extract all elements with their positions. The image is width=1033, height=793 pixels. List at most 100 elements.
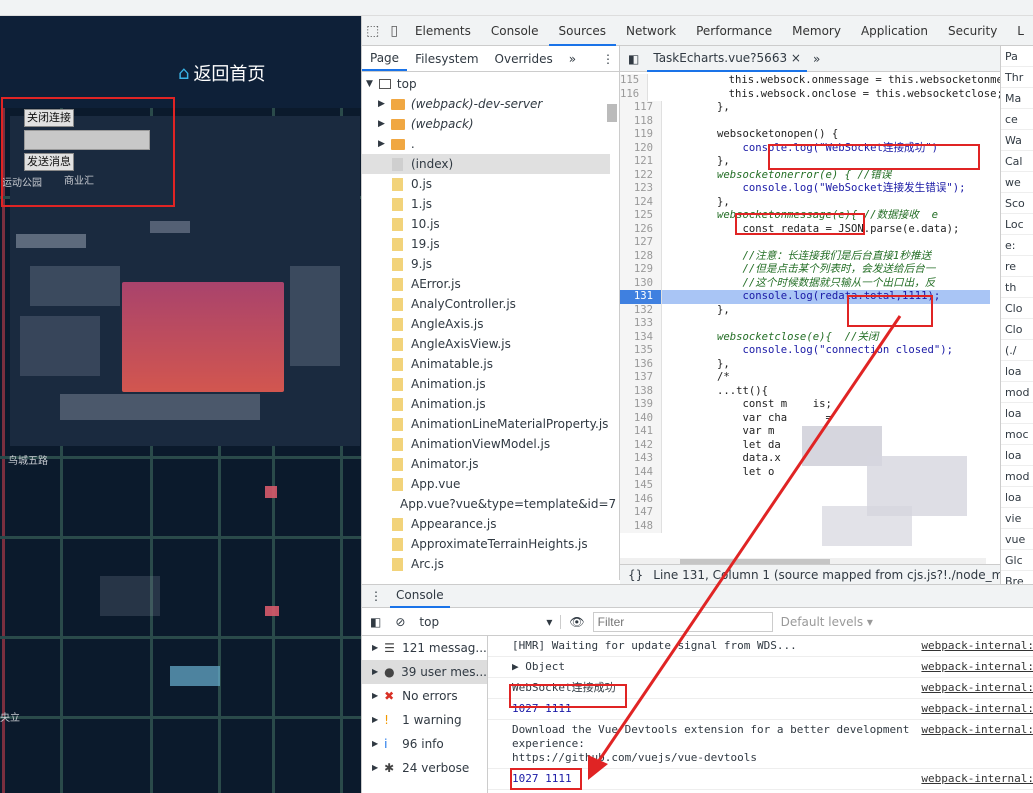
debugger-sidebar-row[interactable]: Clo <box>1001 319 1033 340</box>
line-number[interactable]: 137 <box>620 371 662 385</box>
tree-file[interactable]: Arc.js <box>362 554 610 574</box>
line-number[interactable]: 139 <box>620 398 662 412</box>
line-number[interactable]: 121 <box>620 155 662 169</box>
tree-file[interactable]: 9.js <box>362 254 610 274</box>
tree-file[interactable]: 10.js <box>362 214 610 234</box>
inspect-icon[interactable]: ⬚ <box>362 16 383 46</box>
tab-application[interactable]: Application <box>851 16 938 46</box>
code-line[interactable]: 137 /* <box>620 371 990 385</box>
code-line[interactable]: 135 console.log("connection closed"); <box>620 344 990 358</box>
tree-file[interactable]: Animation.js <box>362 374 610 394</box>
debugger-sidebar-row[interactable]: Glc <box>1001 550 1033 571</box>
tab-console[interactable]: Console <box>481 16 549 46</box>
tab-performance[interactable]: Performance <box>686 16 782 46</box>
line-number[interactable]: 146 <box>620 492 662 506</box>
console-sidebar-item[interactable]: ▶ ● 39 user mes... <box>362 660 487 684</box>
context-select[interactable]: top ▾ <box>411 614 562 629</box>
debugger-sidebar-row[interactable]: moc <box>1001 424 1033 445</box>
debugger-sidebar-row[interactable]: mod <box>1001 466 1033 487</box>
line-number[interactable]: 140 <box>620 411 662 425</box>
console-source-link[interactable]: webpack-internal: <box>915 681 1033 695</box>
tree-folder[interactable]: ▶. <box>362 134 610 154</box>
line-number[interactable]: 118 <box>620 114 662 128</box>
tree-file[interactable]: AError.js <box>362 274 610 294</box>
tab-sources[interactable]: Sources <box>548 16 616 46</box>
console-source-link[interactable]: webpack-internal: <box>915 702 1033 716</box>
line-number[interactable]: 136 <box>620 357 662 371</box>
line-number[interactable]: 141 <box>620 425 662 439</box>
line-number[interactable]: 128 <box>620 249 662 263</box>
code-line[interactable]: 116 this.websock.onclose = this.websocke… <box>620 87 1003 101</box>
code-line[interactable]: 118 <box>620 114 990 128</box>
debugger-sidebar-row[interactable]: mod <box>1001 382 1033 403</box>
code-line[interactable]: 124 }, <box>620 195 990 209</box>
console-source-link[interactable]: webpack-internal: <box>915 723 1033 737</box>
debugger-sidebar-row[interactable]: Thr <box>1001 67 1033 88</box>
code-line[interactable]: 131 console.log(redata.total,1111); <box>620 290 990 304</box>
debugger-sidebar-row[interactable]: loa <box>1001 403 1033 424</box>
console-source-link[interactable]: webpack-internal: <box>915 660 1033 674</box>
debugger-sidebar-row[interactable]: loa <box>1001 361 1033 382</box>
line-number[interactable]: 147 <box>620 506 662 520</box>
tree-file[interactable]: 1.js <box>362 194 610 214</box>
line-number[interactable]: 148 <box>620 519 662 533</box>
code-line[interactable]: 119 websocketonopen() { <box>620 128 990 142</box>
line-number[interactable]: 131 <box>620 290 662 304</box>
code-line[interactable]: 136 }, <box>620 357 990 371</box>
debugger-sidebar-row[interactable]: Wa <box>1001 130 1033 151</box>
code-line[interactable]: 117 }, <box>620 101 990 115</box>
code-line[interactable]: 134 websocketclose(e){ //关闭 <box>620 330 990 344</box>
tree-file[interactable]: AnimationViewModel.js <box>362 434 610 454</box>
line-number[interactable]: 132 <box>620 303 662 317</box>
console-sidebar-item[interactable]: ▶ i 96 info <box>362 732 487 756</box>
device-toggle-icon[interactable]: ▯ <box>383 16 404 46</box>
tab-memory[interactable]: Memory <box>782 16 851 46</box>
sidebar-toggle-icon[interactable]: ◧ <box>362 615 389 629</box>
tree-file[interactable]: Animator.js <box>362 454 610 474</box>
debugger-sidebar-row[interactable]: Loc <box>1001 214 1033 235</box>
code-line[interactable]: 115 this.websock.onmessage = this.websoc… <box>620 74 1033 88</box>
code-line[interactable]: 129 //但是点击某个列表时，会发送给后台一 <box>620 263 990 277</box>
tab-filesystem[interactable]: Filesystem <box>407 52 486 66</box>
drawer-tab-console[interactable]: Console <box>390 584 450 608</box>
line-number[interactable]: 119 <box>620 128 662 142</box>
line-number[interactable]: 124 <box>620 195 662 209</box>
console-message-text[interactable]: ▶ Object <box>512 660 565 673</box>
tree-file[interactable]: AnalyController.js <box>362 294 610 314</box>
debugger-sidebar-row[interactable]: th <box>1001 277 1033 298</box>
console-sidebar-item[interactable]: ▶! 1 warning <box>362 708 487 732</box>
tab-overrides[interactable]: Overrides <box>487 52 561 66</box>
debugger-sidebar-row[interactable]: Sco <box>1001 193 1033 214</box>
toggle-navigator-icon[interactable]: ◧ <box>620 52 647 66</box>
code-line[interactable]: 132 }, <box>620 303 990 317</box>
tab-elements[interactable]: Elements <box>405 16 481 46</box>
debugger-sidebar-row[interactable]: e: <box>1001 235 1033 256</box>
code-line[interactable]: 128 //注意：长连接我们是后台直接1秒推送 <box>620 249 990 263</box>
line-number[interactable]: 138 <box>620 384 662 398</box>
tree-file[interactable]: Animatable.js <box>362 354 610 374</box>
tree-folder[interactable]: ▶ (webpack)-dev-server <box>362 94 610 114</box>
line-number[interactable]: 123 <box>620 182 662 196</box>
code-line[interactable]: 148 <box>620 519 990 533</box>
debugger-sidebar-row[interactable]: we <box>1001 172 1033 193</box>
console-sidebar-item[interactable]: ▶ ☰ 121 messag... <box>362 636 487 660</box>
line-number[interactable]: 145 <box>620 479 662 493</box>
format-icon[interactable]: {} <box>628 568 643 582</box>
line-number[interactable]: 133 <box>620 317 662 331</box>
more-tabs-icon[interactable]: » <box>561 52 584 66</box>
line-number[interactable]: 129 <box>620 263 662 277</box>
console-source-link[interactable]: webpack-internal: <box>915 772 1033 786</box>
line-number[interactable]: 115 <box>620 74 649 88</box>
line-number[interactable]: 144 <box>620 465 662 479</box>
navigator-scrollbar[interactable] <box>607 104 617 122</box>
debugger-sidebar-row[interactable]: Pa <box>1001 46 1033 67</box>
editor-tab[interactable]: TaskEcharts.vue?5663 × <box>647 46 807 72</box>
tree-file[interactable]: ApproximateTerrainHeights.js <box>362 534 610 554</box>
line-number[interactable]: 122 <box>620 168 662 182</box>
line-number[interactable]: 126 <box>620 222 662 236</box>
tree-file[interactable]: 0.js <box>362 174 610 194</box>
tab-page[interactable]: Page <box>362 47 408 71</box>
more-tabs-icon[interactable]: » <box>807 52 826 66</box>
close-icon[interactable]: × <box>791 51 801 65</box>
tree-file[interactable]: AnimationLineMaterialProperty.js <box>362 414 610 434</box>
